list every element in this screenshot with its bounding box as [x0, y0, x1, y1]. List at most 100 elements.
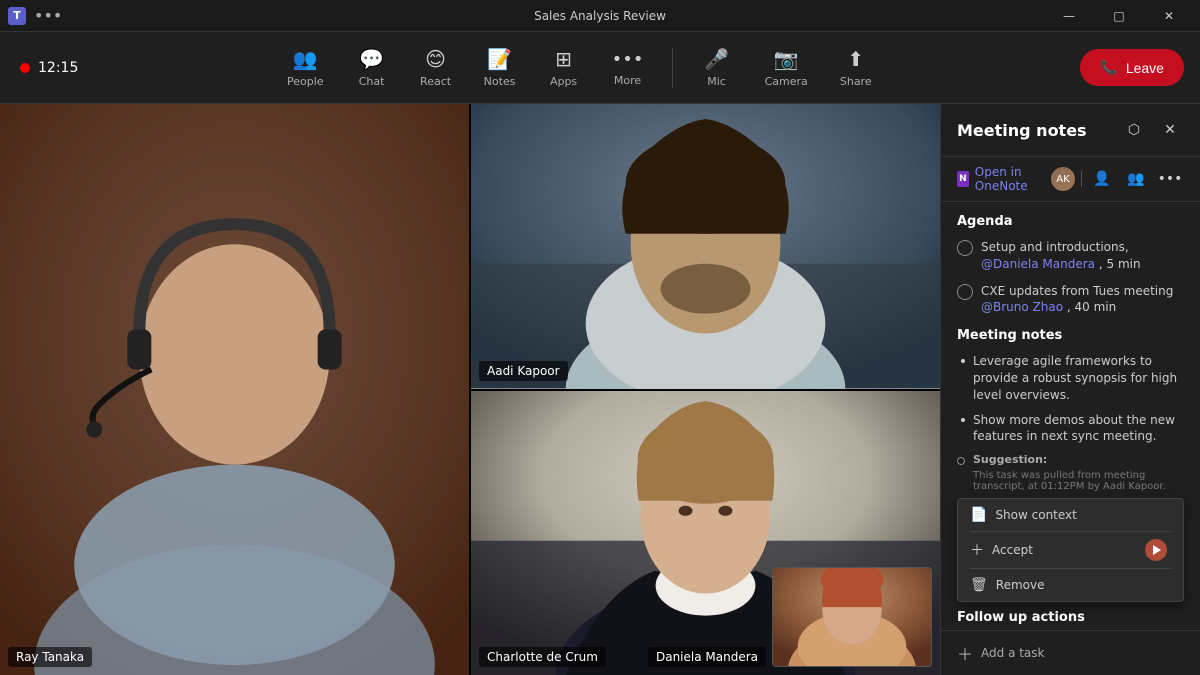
chat-label: Chat	[359, 75, 385, 88]
agenda-check-1[interactable]	[957, 240, 973, 256]
ray-silhouette	[0, 104, 469, 675]
maximize-button[interactable]: □	[1096, 0, 1142, 32]
more-notes-icon[interactable]: •••	[1156, 165, 1184, 193]
window-title: Sales Analysis Review	[534, 9, 666, 23]
minimize-button[interactable]: —	[1046, 0, 1092, 32]
bullet-dot-1	[961, 359, 965, 363]
accept-item[interactable]: ＋ Accept	[958, 532, 1183, 568]
agenda-item-1: Setup and introductions, @Daniela Mander…	[957, 239, 1184, 273]
camera-icon: 📷	[774, 47, 799, 71]
onenote-link-label: Open in OneNote	[975, 165, 1051, 193]
suggestion-container: Suggestion: This task was pulled from me…	[957, 453, 1184, 602]
notes-panel-title: Meeting notes	[957, 121, 1087, 140]
title-bar-left: T •••	[8, 6, 62, 25]
onenote-link[interactable]: N Open in OneNote	[957, 165, 1051, 193]
video-tile-charlotte: Charlotte de Crum Daniela Mandera	[471, 391, 940, 675]
leave-phone-icon: 📞	[1100, 59, 1117, 76]
close-button[interactable]: ✕	[1146, 0, 1192, 32]
meeting-notes-section-title: Meeting notes	[957, 328, 1184, 343]
agenda-mention-1: @Daniela Mandera	[981, 257, 1095, 271]
note-bullet-1: Leverage agile frameworks to provide a r…	[957, 353, 1184, 403]
apps-label: Apps	[550, 75, 577, 88]
people-button[interactable]: 👥 People	[275, 39, 336, 96]
context-icon: 📄	[970, 507, 987, 523]
accept-icon: ＋	[970, 540, 984, 560]
chat-button[interactable]: 💬 Chat	[344, 39, 400, 96]
agenda-check-2[interactable]	[957, 284, 973, 300]
note-text-1: Leverage agile frameworks to provide a r…	[973, 353, 1184, 403]
notes-panel-header: Meeting notes ⬡ ✕	[941, 104, 1200, 157]
toolbar-divider	[672, 48, 673, 88]
follow-up-title: Follow up actions	[957, 610, 1184, 625]
leave-label: Leave	[1126, 60, 1164, 76]
react-button[interactable]: 😊 React	[408, 39, 464, 96]
share-icon: ⬆	[847, 47, 864, 71]
agenda-text-1: Setup and introductions, @Daniela Mander…	[981, 239, 1184, 273]
people-icon: 👥	[293, 47, 318, 71]
share-notes-icon[interactable]: 👤	[1088, 165, 1116, 193]
divider	[1081, 171, 1082, 187]
leave-button[interactable]: 📞 Leave	[1080, 49, 1184, 86]
toolbar-center: 👥 People 💬 Chat 😊 React 📝 Notes ⊞ Apps •…	[275, 39, 884, 96]
agenda-mention-2: @Bruno Zhao	[981, 300, 1063, 314]
aadi-name: Aadi Kapoor	[479, 361, 568, 381]
agenda-text-1a: Setup and introductions,	[981, 240, 1129, 254]
agenda-suffix-1: , 5 min	[1099, 257, 1141, 271]
mic-button[interactable]: 🎤 Mic	[689, 39, 745, 96]
remove-item[interactable]: 🗑 Remove	[958, 569, 1183, 601]
more-options-icon[interactable]: •••	[34, 6, 62, 25]
expand-notes-button[interactable]: ⬡	[1120, 116, 1148, 144]
daniela-name: Daniela Mandera	[648, 647, 766, 667]
agenda-text-2a: CXE updates from Tues meeting	[981, 284, 1173, 298]
more-button[interactable]: ••• More	[600, 41, 656, 95]
follow-up-section: Follow up actions ⚙ Aadi Kapoor will che…	[957, 610, 1184, 630]
video-grid: Ray Tanaka	[0, 104, 940, 675]
notes-panel: Meeting notes ⬡ ✕ N Open in OneNote AK 👤…	[940, 104, 1200, 675]
notes-button[interactable]: 📝 Notes	[472, 39, 528, 96]
note-bullet-2: Show more demos about the new features i…	[957, 412, 1184, 446]
react-icon: 😊	[425, 47, 446, 71]
agenda-text-2: CXE updates from Tues meeting @Bruno Zha…	[981, 283, 1184, 317]
show-context-label: Show context	[995, 508, 1076, 522]
people-label: People	[287, 75, 324, 88]
mic-label: Mic	[707, 75, 726, 88]
aadi-video	[471, 104, 940, 389]
add-task-row[interactable]: ＋ Add a task	[941, 630, 1200, 675]
share-button[interactable]: ⬆ Share	[828, 39, 884, 96]
apps-button[interactable]: ⊞ Apps	[536, 39, 592, 96]
cursor-dot	[1145, 539, 1167, 561]
close-notes-button[interactable]: ✕	[1156, 116, 1184, 144]
recording-indicator	[20, 63, 30, 73]
notes-label: Notes	[484, 75, 516, 88]
charlotte-name: Charlotte de Crum	[479, 647, 606, 667]
agenda-section-title: Agenda	[957, 214, 1184, 229]
meeting-toolbar: 12:15 👥 People 💬 Chat 😊 React 📝 Notes ⊞ …	[0, 32, 1200, 104]
more-label: More	[614, 74, 641, 87]
notes-header-actions: ⬡ ✕	[1120, 116, 1184, 144]
mic-icon: 🎤	[704, 47, 729, 71]
aadi-silhouette	[471, 104, 940, 389]
share-label: Share	[840, 75, 872, 88]
remove-icon: 🗑	[970, 577, 988, 593]
add-task-label: Add a task	[981, 646, 1044, 660]
notes-content: Agenda Setup and introductions, @Daniela…	[941, 202, 1200, 630]
bullet-dot-2	[961, 418, 965, 422]
pip-daniela	[772, 567, 932, 667]
apps-icon: ⊞	[555, 47, 572, 71]
main-content: Ray Tanaka	[0, 104, 1200, 675]
suggestion-dot	[957, 457, 965, 465]
suggestion-popup: 📄 Show context ＋ Accept 🗑	[957, 498, 1184, 602]
meeting-timer: 12:15	[38, 60, 78, 76]
title-bar: T ••• Sales Analysis Review — □ ✕	[0, 0, 1200, 32]
suggestion-label: Suggestion:	[973, 453, 1047, 466]
remove-label: Remove	[996, 578, 1045, 592]
add-task-icon: ＋	[957, 641, 973, 665]
camera-label: Camera	[765, 75, 808, 88]
note-text-2: Show more demos about the new features i…	[973, 412, 1184, 446]
add-person-icon[interactable]: 👥	[1122, 165, 1150, 193]
show-context-item[interactable]: 📄 Show context	[958, 499, 1183, 531]
more-icon: •••	[612, 49, 644, 70]
camera-button[interactable]: 📷 Camera	[753, 39, 820, 96]
agenda-suffix-2: , 40 min	[1067, 300, 1116, 314]
ray-name: Ray Tanaka	[8, 647, 92, 667]
